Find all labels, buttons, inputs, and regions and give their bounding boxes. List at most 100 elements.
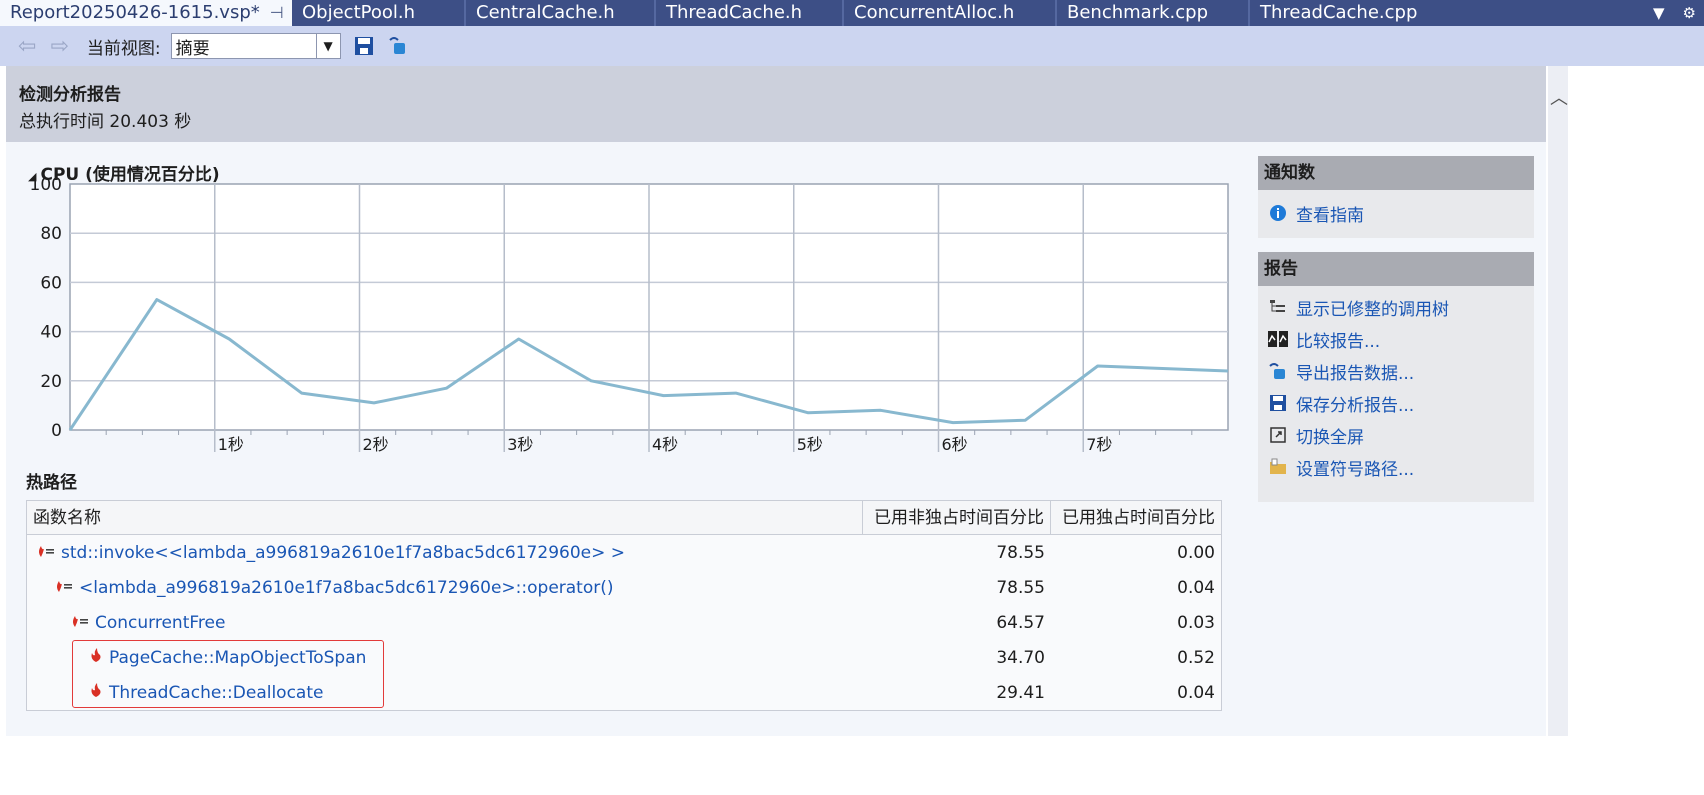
highlight-box [72,640,384,708]
x-tick-label: 7秒 [1086,435,1112,454]
tab-label: CentralCache.h [476,2,615,23]
function-link[interactable]: std::invoke<<lambda_a996819a2610e1f7a8ba… [61,543,625,563]
scroll-up-icon[interactable]: ︿ [1550,84,1568,110]
total-execution-time: 总执行时间 20.403 秒 [19,112,192,132]
report-toolbar: ⇦ ⇨ 当前视图: 摘要 ▼ [0,26,1704,66]
hot-path-table: 函数名称 已用非独占时间百分比 已用独占时间百分比 std::invoke<<l… [26,500,1222,711]
tab-label: ThreadCache.h [666,2,803,23]
x-tick-label: 2秒 [363,435,389,454]
hot-path-title: 热路径 [26,473,77,493]
exclusive-value: 0.00 [1177,542,1215,563]
tab-threadcache-h[interactable]: ThreadCache.h [656,0,844,26]
pin-icon[interactable]: ⊣ [270,0,284,26]
action-export-report-data[interactable]: 导出报告数据... [1258,355,1534,387]
tabbar-tools: ▼ ⚙ [1653,0,1704,26]
exclusive-value: 0.04 [1177,682,1215,703]
function-cell: <lambda_a996819a2610e1f7a8bac5dc6172960e… [27,578,863,598]
report-actions-panel: 报告 显示已修整的调用树 比较报告... 导出报告数据... 保存分析报告...… [1258,252,1534,502]
current-view-value: 摘要 [175,38,210,59]
inclusive-value: 29.41 [996,682,1045,703]
fullscreen-icon [1268,425,1288,445]
tab-report[interactable]: Report20250426-1615.vsp* ⊣ ✕ [0,0,292,26]
exclusive-value: 0.04 [1177,577,1215,598]
column-inclusive-time[interactable]: 已用非独占时间百分比 [863,501,1051,534]
vertical-scrollbar[interactable]: ︿ [1548,66,1568,736]
action-link[interactable]: 显示已修整的调用树 [1296,295,1449,320]
tab-label: ThreadCache.cpp [1260,2,1418,23]
tab-label: Report20250426-1615.vsp* [10,2,260,23]
export-data-icon[interactable] [387,35,409,57]
function-link[interactable]: ConcurrentFree [95,613,225,633]
y-tick-label: 0 [51,421,62,441]
tab-centralcache[interactable]: CentralCache.h [466,0,656,26]
action-compare-reports[interactable]: 比较报告... [1258,323,1534,355]
document-tab-bar: Report20250426-1615.vsp* ⊣ ✕ ObjectPool.… [0,0,1704,26]
action-toggle-fullscreen[interactable]: 切换全屏 [1258,419,1534,451]
x-tick-label: 4秒 [652,435,678,454]
current-view-select[interactable]: 摘要 ▼ [170,33,341,59]
y-tick-label: 20 [40,372,62,392]
notifications-title: 通知数 [1258,156,1534,190]
call-tree-icon [1268,297,1288,317]
folder-icon [1268,457,1288,477]
function-cell: ConcurrentFree [27,613,863,633]
report-title: 检测分析报告 [19,85,121,105]
column-exclusive-time[interactable]: 已用独占时间百分比 [1051,501,1221,534]
view-guide-link[interactable]: 查看指南 [1296,201,1364,226]
function-link[interactable]: <lambda_a996819a2610e1f7a8bac5dc6172960e… [79,578,614,598]
inclusive-value: 78.55 [996,577,1045,598]
inclusive-value: 78.55 [996,542,1045,563]
column-function-name[interactable]: 函数名称 [27,501,863,534]
y-tick-label: 80 [40,224,62,244]
info-icon [1268,203,1288,223]
hot-path-icon [37,543,55,563]
tab-concurrentalloc[interactable]: ConcurrentAlloc.h [844,0,1057,26]
chevron-down-icon[interactable]: ▼ [315,34,340,58]
tab-label: ConcurrentAlloc.h [854,2,1015,23]
inclusive-value: 64.57 [996,612,1045,633]
view-guide-item[interactable]: 查看指南 [1258,197,1534,229]
exclusive-value: 0.52 [1177,647,1215,668]
table-header: 函数名称 已用非独占时间百分比 已用独占时间百分比 [27,501,1221,535]
x-tick-label: 3秒 [507,435,533,454]
hot-path-icon [71,613,89,633]
tab-benchmark[interactable]: Benchmark.cpp [1057,0,1250,26]
compare-icon [1268,329,1288,349]
x-tick-label: 6秒 [942,435,968,454]
tab-threadcache-cpp[interactable]: ThreadCache.cpp [1250,0,1456,26]
export-icon [1268,361,1288,381]
x-tick-label: 5秒 [797,435,823,454]
action-link[interactable]: 比较报告... [1296,327,1380,352]
back-arrow-icon[interactable]: ⇦ [18,34,36,59]
action-show-trimmed-call-tree[interactable]: 显示已修整的调用树 [1258,291,1534,323]
action-link[interactable]: 切换全屏 [1296,423,1364,448]
save-icon[interactable] [353,35,375,57]
table-row[interactable]: std::invoke<<lambda_a996819a2610e1f7a8ba… [27,535,1221,570]
inclusive-value: 34.70 [996,647,1045,668]
action-link[interactable]: 设置符号路径... [1296,455,1414,480]
action-set-symbol-path[interactable]: 设置符号路径... [1258,451,1534,483]
tab-label: Benchmark.cpp [1067,2,1208,23]
notifications-panel: 通知数 查看指南 [1258,156,1534,238]
table-row[interactable]: <lambda_a996819a2610e1f7a8bac5dc6172960e… [27,570,1221,605]
function-cell: std::invoke<<lambda_a996819a2610e1f7a8ba… [27,543,863,563]
report-panel-title: 报告 [1258,252,1534,286]
tab-list-dropdown-icon[interactable]: ▼ [1653,4,1665,22]
save-icon [1268,393,1288,413]
y-tick-label: 100 [30,175,62,195]
action-link[interactable]: 保存分析报告... [1296,391,1414,416]
hot-path-icon [55,578,73,598]
exclusive-value: 0.03 [1177,612,1215,633]
y-tick-label: 60 [40,273,62,293]
cpu-usage-chart[interactable]: 0 20 40 60 80 100 1秒 2秒 3秒 4秒 5秒 6秒 7秒 [6,172,1246,457]
report-main: ◢ CPU (使用情况百分比) 0 20 40 60 80 100 1秒 2秒 3秒 4秒 5秒 6秒 7… [6,142,1546,736]
report-header: 检测分析报告 总执行时间 20.403 秒 [6,66,1546,142]
tab-objectpool[interactable]: ObjectPool.h [292,0,466,26]
forward-arrow-icon[interactable]: ⇨ [50,34,68,59]
settings-gear-icon[interactable]: ⚙ [1683,4,1696,22]
tab-label: ObjectPool.h [302,2,415,23]
current-view-label: 当前视图: [86,38,161,59]
table-row[interactable]: ConcurrentFree 64.57 0.03 [27,605,1221,640]
action-link[interactable]: 导出报告数据... [1296,359,1414,384]
action-save-analysis-report[interactable]: 保存分析报告... [1258,387,1534,419]
